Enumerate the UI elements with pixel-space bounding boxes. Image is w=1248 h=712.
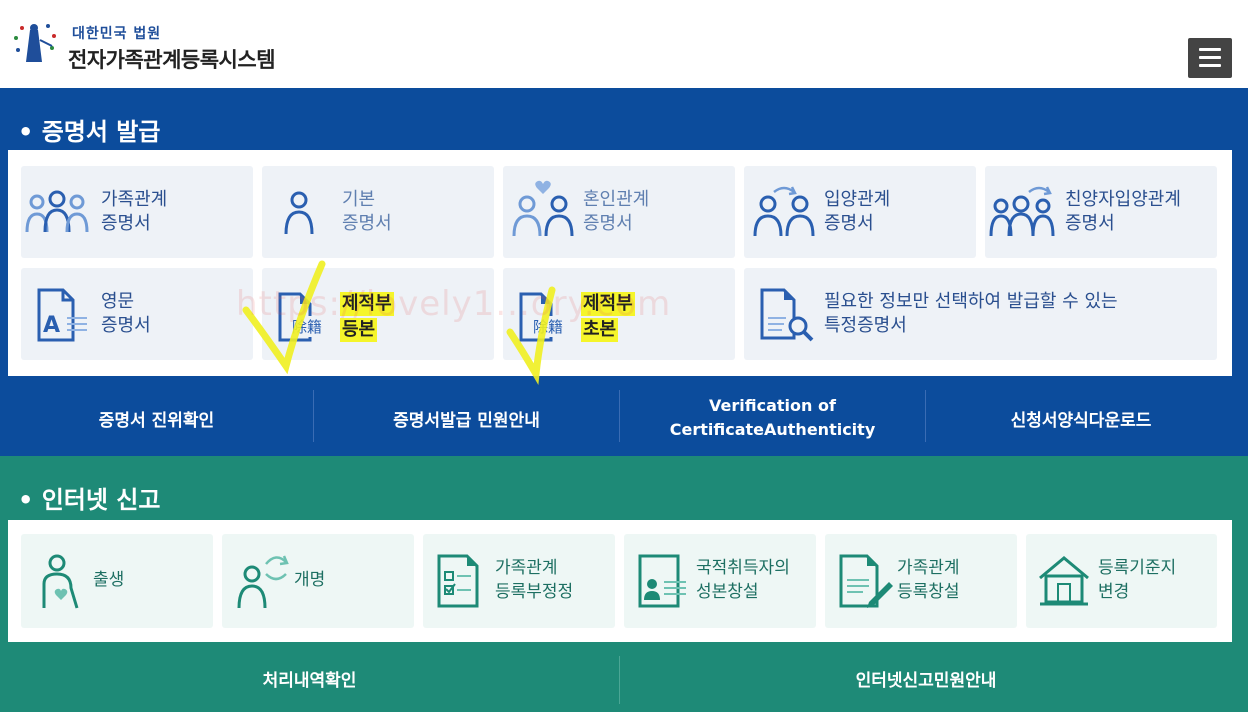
- couple-heart-icon: [512, 180, 574, 237]
- certificate-section: • 증명서 발급 가족관계 증명서 기본 증명서 혼인관계 증명서 입양관계 증…: [0, 88, 1248, 456]
- tile-label: 가족관계 증명서: [101, 189, 168, 234]
- tile-removed-register-extract[interactable]: 除籍 제적부 초본: [503, 268, 735, 360]
- family-people-icon: [25, 190, 89, 233]
- tile-label: 개명: [294, 570, 326, 590]
- tile-label: 국적취득자의 성본창설: [696, 558, 790, 602]
- tile-registration-base-change[interactable]: 등록기준지 변경: [1026, 534, 1217, 628]
- document-pen-icon: [839, 554, 893, 608]
- tile-label: 친양자입양관계 증명서: [1065, 189, 1181, 234]
- system-name[interactable]: 전자가족관계등록시스템: [68, 44, 276, 74]
- tile-label: 입양관계 증명서: [824, 189, 891, 234]
- tile-label: 제적부 등본: [340, 292, 394, 342]
- tile-register-correction[interactable]: 가족관계 등록부정정: [423, 534, 615, 628]
- document-icon-text: 除籍: [533, 316, 564, 337]
- tile-family-relation-certificate[interactable]: 가족관계 증명서: [21, 166, 253, 258]
- document-icon-text: 除籍: [292, 316, 323, 337]
- site-header: 대한민국 법원 전자가족관계등록시스템: [0, 0, 1248, 88]
- tile-removed-register-copy[interactable]: 除籍 제적부 등본: [262, 268, 494, 360]
- certificate-bottom-links: 증명서 진위확인 증명서발급 민원안내 Verification of Cert…: [0, 380, 1248, 456]
- verification-authenticity-link[interactable]: Verification of CertificateAuthenticity: [620, 380, 925, 456]
- court-logo-icon[interactable]: [8, 16, 64, 72]
- section-title: • 증명서 발급: [18, 118, 161, 146]
- svg-text:A: A: [43, 313, 60, 338]
- document-search-icon: [760, 288, 814, 342]
- internet-report-guide-link[interactable]: 인터넷신고민원안내: [620, 652, 1232, 704]
- tile-label: 혼인관계 증명서: [583, 189, 650, 234]
- section-title: • 인터넷 신고: [18, 486, 161, 514]
- person-icon: [284, 191, 314, 235]
- adoption-people-icon: [753, 186, 815, 237]
- english-document-icon: A: [37, 288, 87, 342]
- tile-label: 등록기준지 변경: [1098, 558, 1177, 602]
- tile-label: 기본 증명서: [342, 189, 392, 234]
- internet-report-section: • 인터넷 신고 출생 개명 가족관계 등록부정정 국적취득자의 성본창설 가족…: [0, 456, 1248, 712]
- hamburger-menu-button[interactable]: [1188, 38, 1232, 78]
- tile-label: 영문 증명서: [101, 291, 151, 336]
- certificate-guide-link[interactable]: 증명서발급 민원안내: [314, 380, 619, 456]
- tile-rename-report[interactable]: 개명: [222, 534, 414, 628]
- tile-label: 가족관계 등록부정정: [495, 558, 574, 602]
- certificate-panel: 가족관계 증명서 기본 증명서 혼인관계 증명서 입양관계 증명서 친양자입양관…: [8, 150, 1232, 385]
- tile-full-adoption-certificate[interactable]: 친양자입양관계 증명서: [985, 166, 1217, 258]
- tile-label: 출생: [93, 570, 125, 590]
- form-download-link[interactable]: 신청서양식다운로드: [926, 380, 1236, 456]
- tile-adoption-certificate[interactable]: 입양관계 증명서: [744, 166, 976, 258]
- tile-label: 제적부 초본: [581, 292, 635, 342]
- org-name: 대한민국 법원: [72, 26, 162, 42]
- report-panel: 출생 개명 가족관계 등록부정정 국적취득자의 성본창설 가족관계 등록창설 등…: [8, 520, 1232, 642]
- family-adoption-icon: [989, 186, 1055, 237]
- tile-basic-certificate[interactable]: 기본 증명서: [262, 166, 494, 258]
- tile-label: 필요한 정보만 선택하여 발급할 수 있는 특정증명서: [824, 291, 1118, 336]
- report-bottom-links: 처리내역확인 인터넷신고민원안내: [0, 652, 1248, 712]
- verify-certificate-link[interactable]: 증명서 진위확인: [0, 380, 313, 456]
- checklist-document-icon: [437, 554, 479, 608]
- tile-marriage-certificate[interactable]: 혼인관계 증명서: [503, 166, 735, 258]
- house-icon: [1039, 556, 1089, 606]
- tile-birth-report[interactable]: 출생: [21, 534, 213, 628]
- birth-mother-icon: [42, 554, 79, 609]
- tile-specific-certificate[interactable]: 필요한 정보만 선택하여 발급할 수 있는 특정증명서: [744, 268, 1217, 360]
- rename-person-icon: [237, 555, 289, 609]
- processing-history-link[interactable]: 처리내역확인: [0, 652, 619, 704]
- tile-english-certificate[interactable]: A 영문 증명서: [21, 268, 253, 360]
- tile-register-creation[interactable]: 가족관계 등록창설: [825, 534, 1017, 628]
- hamburger-menu-icon: [1199, 48, 1221, 51]
- id-card-icon: [638, 554, 686, 608]
- tile-naturalized-surname[interactable]: 국적취득자의 성본창설: [624, 534, 816, 628]
- tile-label: 가족관계 등록창설: [897, 558, 960, 602]
